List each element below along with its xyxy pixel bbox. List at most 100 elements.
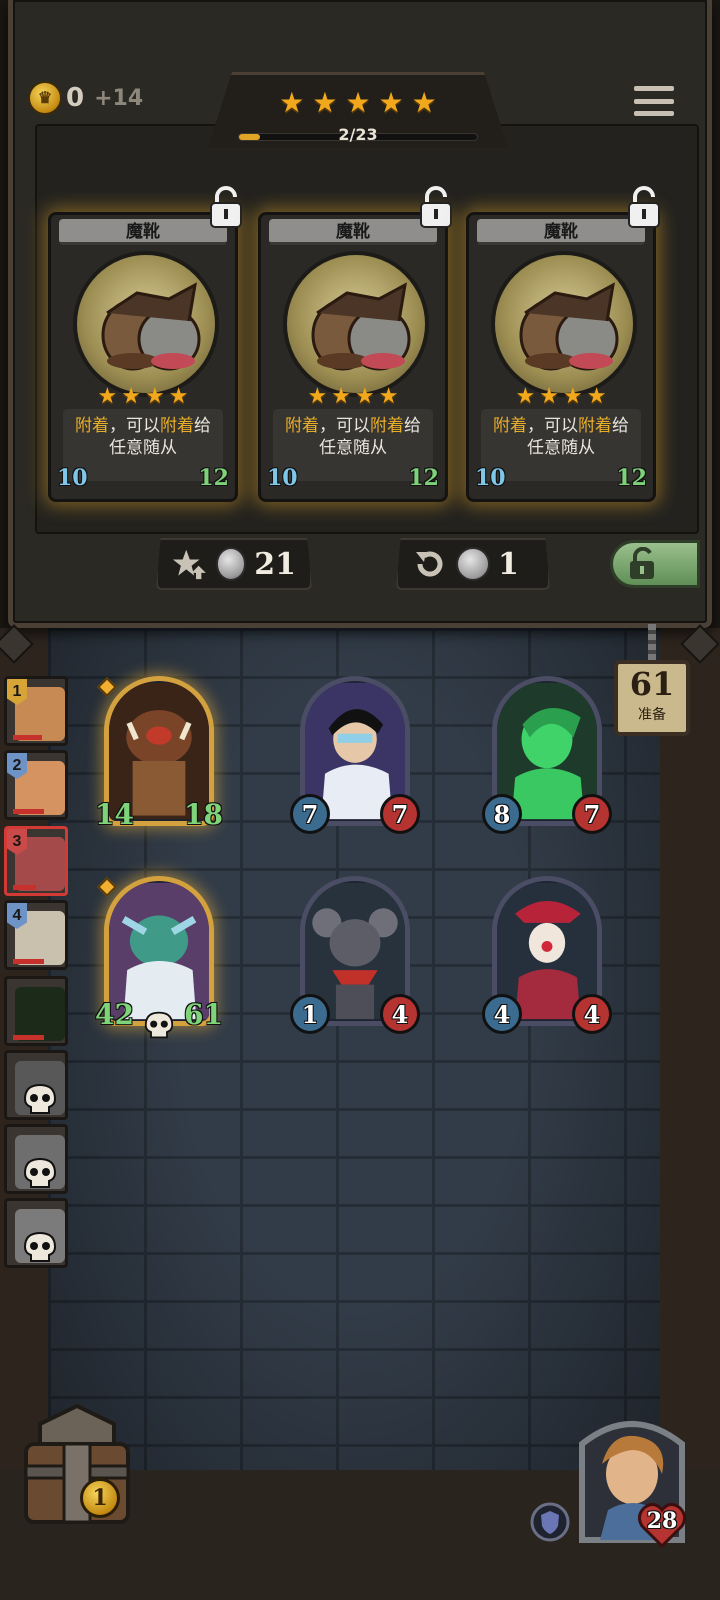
turn-timer-sign: 61 准备 (614, 660, 690, 736)
freeze-shop-button[interactable] (610, 540, 700, 588)
card-attack: 10 (475, 465, 506, 491)
card-star-icon: ★ (97, 383, 118, 408)
lock-icon[interactable] (207, 185, 245, 229)
gold-display: ♛ 0 +14 (28, 80, 143, 116)
opponent-slot[interactable]: 3 (4, 826, 68, 896)
desc-text: 给 (404, 416, 421, 435)
card-star-icon: ★ (168, 383, 189, 408)
card-star-icon: ★ (563, 383, 583, 408)
desc-text: ，可以 (527, 416, 578, 435)
shop-card[interactable]: 魔靴 ★ ★ ★ ★ 附着，可以附着给 任意随从 10 12 (258, 186, 452, 502)
desc-text: 给 (194, 416, 211, 435)
card-star-icon: ★ (539, 383, 559, 408)
keyword-attach: 附着 (75, 416, 109, 435)
lock-icon[interactable] (417, 185, 455, 229)
refresh-cost: 1 (498, 546, 519, 582)
opponent-health-bar (13, 885, 37, 890)
magic-boots-art (491, 251, 637, 397)
card-stars: ★ ★ ★ ★ (51, 385, 235, 407)
opponent-health-bar (13, 809, 45, 814)
tavern-star-icon: ★ (345, 87, 371, 118)
card-title-bar: 魔靴 (59, 219, 227, 245)
opponent-slot[interactable]: 2 (4, 750, 68, 820)
upgrade-tavern-button[interactable]: 21 (156, 538, 312, 590)
card-name: 魔靴 (544, 222, 578, 241)
desc-text: 任意随从 (527, 438, 595, 457)
refresh-shop-button[interactable]: 1 (396, 538, 550, 590)
minion-health: 7 (380, 794, 420, 834)
crown-coin-icon: ♛ (28, 81, 62, 115)
opponent-health-bar (13, 1035, 45, 1040)
card-attack: 10 (57, 465, 88, 491)
opponent-health-bar (13, 735, 42, 740)
desc-text: ，可以 (109, 416, 160, 435)
card-star-icon: ★ (121, 383, 141, 408)
deathrattle-skull-icon (144, 1011, 174, 1039)
opponent-slot[interactable] (4, 1124, 68, 1194)
keyword-attach: 附着 (370, 416, 404, 435)
card-health: 12 (616, 465, 647, 491)
armor-shield-icon (530, 1502, 570, 1542)
desc-text: ，可以 (319, 416, 370, 435)
keyword-attach: 附着 (578, 416, 612, 435)
card-name: 魔靴 (336, 222, 370, 241)
silver-coin-icon (456, 547, 490, 581)
opponent-slot[interactable] (4, 1198, 68, 1268)
unlock-icon (630, 547, 654, 579)
opponent-portrait (15, 987, 65, 1041)
card-description: 附着，可以附着给 任意随从 (277, 415, 429, 459)
desc-text: 任意随从 (109, 438, 177, 457)
board-minion[interactable]: 14 18 (95, 676, 223, 836)
minion-attack: 14 (95, 797, 134, 831)
shop-card[interactable]: 魔靴 ★ ★ ★ ★ 附着，可以附着给 任意随从 10 12 (466, 186, 660, 502)
board-minion[interactable]: 87 (482, 676, 612, 836)
opponent-slot[interactable] (4, 976, 68, 1046)
board-minion[interactable]: 77 (290, 676, 420, 836)
skull-icon (23, 1157, 57, 1188)
minion-health: 61 (184, 997, 223, 1031)
sign-chain (648, 624, 656, 664)
treasure-chest-icon[interactable] (12, 1404, 142, 1528)
minion-attack: 1 (290, 994, 330, 1034)
card-star-icon: ★ (355, 383, 375, 408)
refresh-icon (416, 551, 443, 577)
card-star-icon: ★ (145, 383, 165, 408)
tavern-star-icon: ★ (312, 87, 338, 118)
game-screen: ♛ 0 +14 ★ ★ ★ ★ ★ 2/23 魔靴 ★ ★ ★ ★ 附着，可以附… (0, 0, 720, 1600)
menu-icon[interactable] (634, 82, 674, 120)
card-description: 附着，可以附着给 任意随从 (67, 415, 219, 459)
star-up-icon (172, 549, 206, 580)
minion-health: 18 (184, 797, 223, 831)
skull-icon (23, 1231, 57, 1262)
card-title-bar: 魔靴 (477, 219, 645, 245)
turn-phase-label: 准备 (638, 706, 666, 722)
keyword-attach: 附着 (285, 416, 319, 435)
skull-icon (23, 1083, 57, 1114)
magic-boots-art (283, 251, 429, 397)
tavern-star-icon: ★ (378, 87, 404, 118)
opponent-health-bar (13, 959, 45, 964)
card-star-icon: ★ (307, 383, 328, 408)
shop-card[interactable]: 魔靴 ★ ★ ★ ★ 附着，可以附着给 任意随从 10 12 (48, 186, 242, 502)
magic-boots-art (73, 251, 219, 397)
tavern-tier-stars: ★ ★ ★ ★ ★ (208, 89, 508, 117)
hero-health: 28 (646, 1508, 678, 1534)
card-star-icon: ★ (378, 383, 399, 408)
opponent-slot[interactable]: 4 (4, 900, 68, 970)
minion-health: 4 (572, 994, 612, 1034)
opponent-slot[interactable]: 1 (4, 676, 68, 746)
tavern-xp-text: 2/23 (338, 125, 378, 144)
lock-icon[interactable] (625, 185, 663, 229)
board-minion[interactable]: 44 (482, 876, 612, 1036)
tavern-tier-plaque: ★ ★ ★ ★ ★ 2/23 (208, 72, 508, 148)
keyword-attach: 附着 (160, 416, 194, 435)
tavern-star-icon: ★ (411, 87, 437, 118)
desc-text: 给 (612, 416, 629, 435)
minion-health: 4 (380, 994, 420, 1034)
board-minion[interactable]: 42 61 (95, 876, 223, 1039)
opponent-slot[interactable] (4, 1050, 68, 1120)
card-star-icon: ★ (331, 383, 351, 408)
board-minion[interactable]: 14 (290, 876, 420, 1036)
minion-attack: 8 (482, 794, 522, 834)
upgrade-cost: 21 (254, 546, 296, 582)
